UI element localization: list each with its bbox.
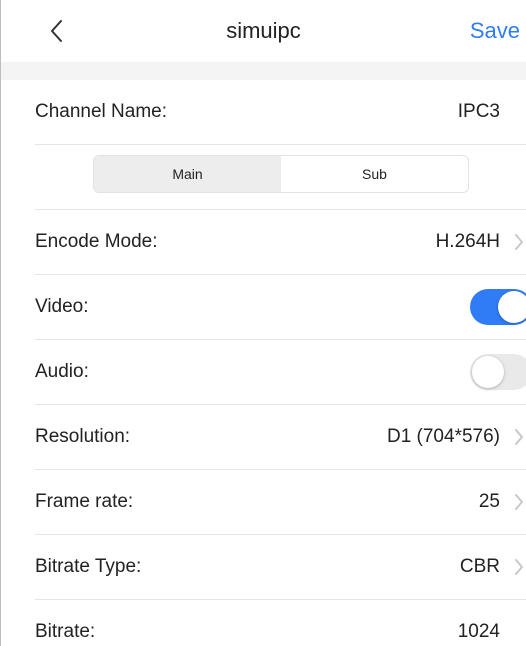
audio-label: Audio: bbox=[35, 361, 89, 382]
section-spacer bbox=[1, 62, 526, 80]
toggle-knob bbox=[472, 356, 504, 388]
chevron-right-icon bbox=[515, 494, 523, 510]
camera-settings-screen: simuipc Save Channel Name: IPC3 Main Sub… bbox=[0, 0, 526, 646]
segment-main[interactable]: Main bbox=[94, 156, 281, 192]
frame-rate-row[interactable]: Frame rate: 25 bbox=[35, 470, 526, 535]
audio-toggle[interactable] bbox=[470, 354, 526, 390]
resolution-value: D1 (704*576) bbox=[386, 426, 500, 447]
resolution-label: Resolution: bbox=[35, 426, 131, 447]
chevron-right-icon bbox=[515, 559, 523, 575]
bitrate-value: 1024 bbox=[457, 621, 500, 642]
encode-mode-row[interactable]: Encode Mode: H.264H bbox=[35, 210, 526, 275]
chevron-right-icon bbox=[515, 234, 523, 250]
bitrate-label: Bitrate: bbox=[35, 621, 96, 642]
chevron-left-icon bbox=[51, 20, 62, 42]
video-row: Video: bbox=[35, 275, 526, 340]
encode-mode-label: Encode Mode: bbox=[35, 231, 158, 252]
channel-name-label: Channel Name: bbox=[35, 101, 168, 122]
stream-segmented-control: Main Sub bbox=[93, 155, 469, 193]
video-label: Video: bbox=[35, 296, 89, 317]
bitrate-row[interactable]: Bitrate: 1024 bbox=[35, 600, 526, 646]
page-title: simuipc bbox=[226, 18, 301, 43]
bitrate-type-label: Bitrate Type: bbox=[35, 556, 142, 577]
frame-rate-label: Frame rate: bbox=[35, 491, 134, 512]
frame-rate-value: 25 bbox=[478, 491, 500, 512]
bitrate-type-value: CBR bbox=[459, 556, 500, 577]
bitrate-type-row[interactable]: Bitrate Type: CBR bbox=[35, 535, 526, 600]
back-button[interactable] bbox=[41, 16, 71, 46]
encode-mode-value: H.264H bbox=[435, 231, 500, 252]
toggle-knob bbox=[498, 291, 526, 323]
chevron-right-icon bbox=[515, 429, 523, 445]
segment-sub[interactable]: Sub bbox=[281, 156, 468, 192]
resolution-row[interactable]: Resolution: D1 (704*576) bbox=[35, 405, 526, 470]
stream-selector-row: Main Sub bbox=[35, 145, 526, 210]
channel-name-value: IPC3 bbox=[457, 101, 500, 122]
channel-name-row[interactable]: Channel Name: IPC3 bbox=[35, 80, 526, 145]
save-button[interactable]: Save bbox=[470, 18, 520, 44]
navigation-bar: simuipc Save bbox=[1, 0, 526, 62]
audio-row: Audio: bbox=[35, 340, 526, 405]
video-toggle[interactable] bbox=[470, 289, 526, 325]
